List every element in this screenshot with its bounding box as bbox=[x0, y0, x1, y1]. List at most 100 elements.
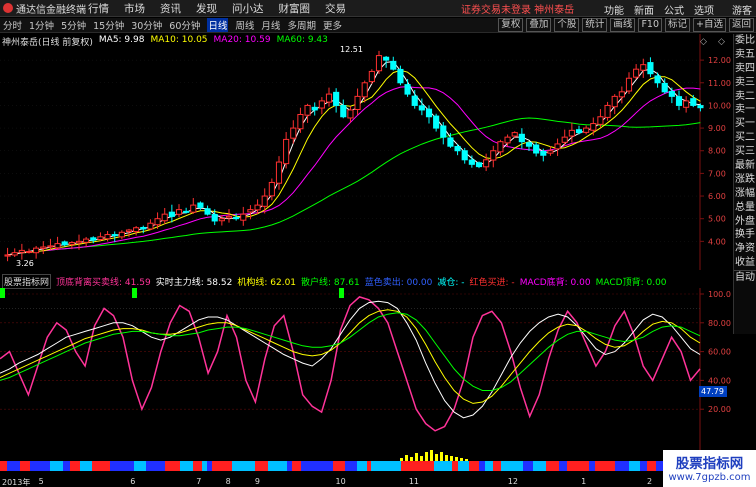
sidebar-item-volume[interactable]: 总量 bbox=[734, 201, 756, 215]
tab-period-monthly[interactable]: 月线 bbox=[261, 18, 280, 32]
ma20-line-path bbox=[7, 86, 701, 256]
statistics-button[interactable]: 统计 bbox=[582, 18, 608, 32]
ma10-value: MA10: 10.05 bbox=[150, 35, 208, 45]
candle bbox=[4, 254, 11, 257]
strip-segment bbox=[615, 461, 619, 471]
menu-item-wealth[interactable]: 财富圈 bbox=[279, 1, 311, 16]
date-tick-label: 12 bbox=[507, 477, 518, 486]
tab-period-5min[interactable]: 5分钟 bbox=[61, 18, 86, 32]
strip-segment bbox=[559, 461, 567, 471]
strip-segment bbox=[601, 461, 611, 471]
menu-item-quotes[interactable]: 行情 bbox=[88, 1, 109, 16]
ma5-line-path bbox=[7, 61, 701, 256]
tab-period-multi[interactable]: 多周期 bbox=[287, 18, 316, 32]
sidebar-item-ask3[interactable]: 卖三 bbox=[734, 76, 756, 90]
menu-item-options[interactable]: 选项 bbox=[694, 2, 714, 17]
strip-segment bbox=[110, 461, 122, 471]
sidebar-item-auto[interactable]: 自动 bbox=[734, 270, 756, 284]
tab-period-daily[interactable]: 日线 bbox=[207, 18, 229, 32]
sidebar-item-change-pct[interactable]: 涨幅 bbox=[734, 187, 756, 201]
back-button[interactable]: 返回 bbox=[728, 18, 754, 32]
signal-bars bbox=[0, 288, 468, 461]
menu-item-market[interactable]: 市场 bbox=[124, 1, 145, 16]
login-notice[interactable]: 证券交易未登录 神州泰岳 bbox=[461, 1, 574, 16]
candle bbox=[261, 195, 268, 207]
date-axis: 2013年 5 6 7 8 9 10 11 12 1 2 bbox=[0, 477, 733, 487]
sidebar-item-ask5[interactable]: 卖五 bbox=[734, 48, 756, 62]
sidebar-item-bid2[interactable]: 买二 bbox=[734, 131, 756, 145]
watermark-url: www.7gpzb.com bbox=[668, 472, 751, 483]
tab-period-timeshare[interactable]: 分时 bbox=[3, 18, 22, 32]
strip-segment bbox=[333, 461, 345, 471]
indicator-tick-label: 20.00 bbox=[708, 405, 731, 414]
strip-segment bbox=[301, 461, 306, 471]
date-tick-label: 8 bbox=[225, 477, 231, 486]
candle bbox=[325, 93, 333, 103]
tab-period-60min[interactable]: 60分钟 bbox=[169, 18, 200, 32]
price-tick-label: 6.00 bbox=[708, 192, 726, 201]
menu-item-ask[interactable]: 问小达 bbox=[232, 1, 264, 16]
tab-period-1min[interactable]: 1分钟 bbox=[29, 18, 54, 32]
sidebar-item-ask4[interactable]: 卖四 bbox=[734, 62, 756, 76]
high-price-label: 12.51 bbox=[340, 45, 363, 54]
candle bbox=[504, 136, 511, 144]
strip-segment bbox=[0, 461, 7, 471]
indicator-series-line bbox=[0, 309, 701, 404]
indicator-name[interactable]: 股票指标网 bbox=[2, 274, 52, 289]
menu-item-trade[interactable]: 交易 bbox=[325, 1, 346, 16]
draw-line-button[interactable]: 画线 bbox=[610, 18, 636, 32]
menu-item-formula[interactable]: 公式 bbox=[664, 2, 684, 17]
strip-segment bbox=[165, 461, 172, 471]
sidebar-item-turnover[interactable]: 换手 bbox=[734, 228, 756, 242]
sidebar-item-bid-ratio[interactable]: 委比 bbox=[734, 34, 756, 48]
user-guest[interactable]: 游客 bbox=[732, 2, 752, 17]
chart-expand-icon[interactable]: ◇ bbox=[718, 37, 725, 47]
menu-item-new-page[interactable]: 新面 bbox=[634, 2, 654, 17]
buy-signal-bar bbox=[450, 456, 453, 461]
date-tick-label: 11 bbox=[408, 477, 419, 486]
sidebar-item-bid3[interactable]: 买三 bbox=[734, 145, 756, 159]
strip-segment bbox=[155, 461, 161, 471]
sidebar-item-net-assets[interactable]: 净资 bbox=[734, 242, 756, 256]
f10-button[interactable]: F10 bbox=[638, 18, 662, 32]
tab-period-15min[interactable]: 15分钟 bbox=[93, 18, 124, 32]
candle bbox=[161, 213, 168, 222]
candle bbox=[611, 95, 618, 108]
menu-item-discover[interactable]: 发现 bbox=[196, 1, 217, 16]
strip-segment bbox=[479, 461, 485, 471]
candle bbox=[640, 64, 647, 71]
candle bbox=[690, 98, 697, 106]
strip-segment bbox=[202, 461, 207, 471]
candle bbox=[618, 91, 625, 98]
strip-segment bbox=[406, 461, 416, 471]
tab-period-30min[interactable]: 30分钟 bbox=[131, 18, 162, 32]
overlay-button[interactable]: 叠加 bbox=[526, 18, 552, 32]
candlestick-chart[interactable]: 12.0011.0010.009.008.007.006.005.004.00 … bbox=[0, 34, 733, 270]
candle bbox=[247, 209, 254, 213]
mark-button[interactable]: 标记 bbox=[665, 18, 691, 32]
candle bbox=[154, 218, 161, 226]
sidebar-item-ask2[interactable]: 卖二 bbox=[734, 90, 756, 104]
add-watchlist-button[interactable]: +自选 bbox=[693, 18, 726, 32]
stock-button[interactable]: 个股 bbox=[554, 18, 580, 32]
strip-segment bbox=[388, 461, 401, 471]
tab-period-more[interactable]: 更多 bbox=[323, 18, 342, 32]
date-tick-label: 9 bbox=[254, 477, 260, 486]
chart-collapse-icon[interactable]: ◇ bbox=[700, 37, 707, 47]
candle bbox=[54, 243, 61, 249]
indicator-chart[interactable]: 100.0 80.00 60.00 40.00 20.00 47.79 bbox=[0, 288, 733, 478]
menu-item-news[interactable]: 资讯 bbox=[160, 1, 181, 16]
indicator-value-red-buy: 红色买进: - bbox=[469, 278, 515, 288]
menu-item-function[interactable]: 功能 bbox=[604, 2, 624, 17]
sidebar-item-bid1[interactable]: 买一 bbox=[734, 117, 756, 131]
tab-period-weekly[interactable]: 周线 bbox=[235, 18, 254, 32]
sidebar-item-outer[interactable]: 外盘 bbox=[734, 215, 756, 229]
candle bbox=[625, 77, 633, 92]
strip-segment bbox=[469, 461, 479, 471]
sidebar-item-change[interactable]: 涨跌 bbox=[734, 173, 756, 187]
sidebar-item-latest[interactable]: 最新 bbox=[734, 159, 756, 173]
adjust-button[interactable]: 复权 bbox=[498, 18, 524, 32]
candle bbox=[397, 68, 404, 84]
sidebar-item-earnings[interactable]: 收益 bbox=[734, 256, 756, 270]
sidebar-item-ask1[interactable]: 卖一 bbox=[734, 103, 756, 117]
